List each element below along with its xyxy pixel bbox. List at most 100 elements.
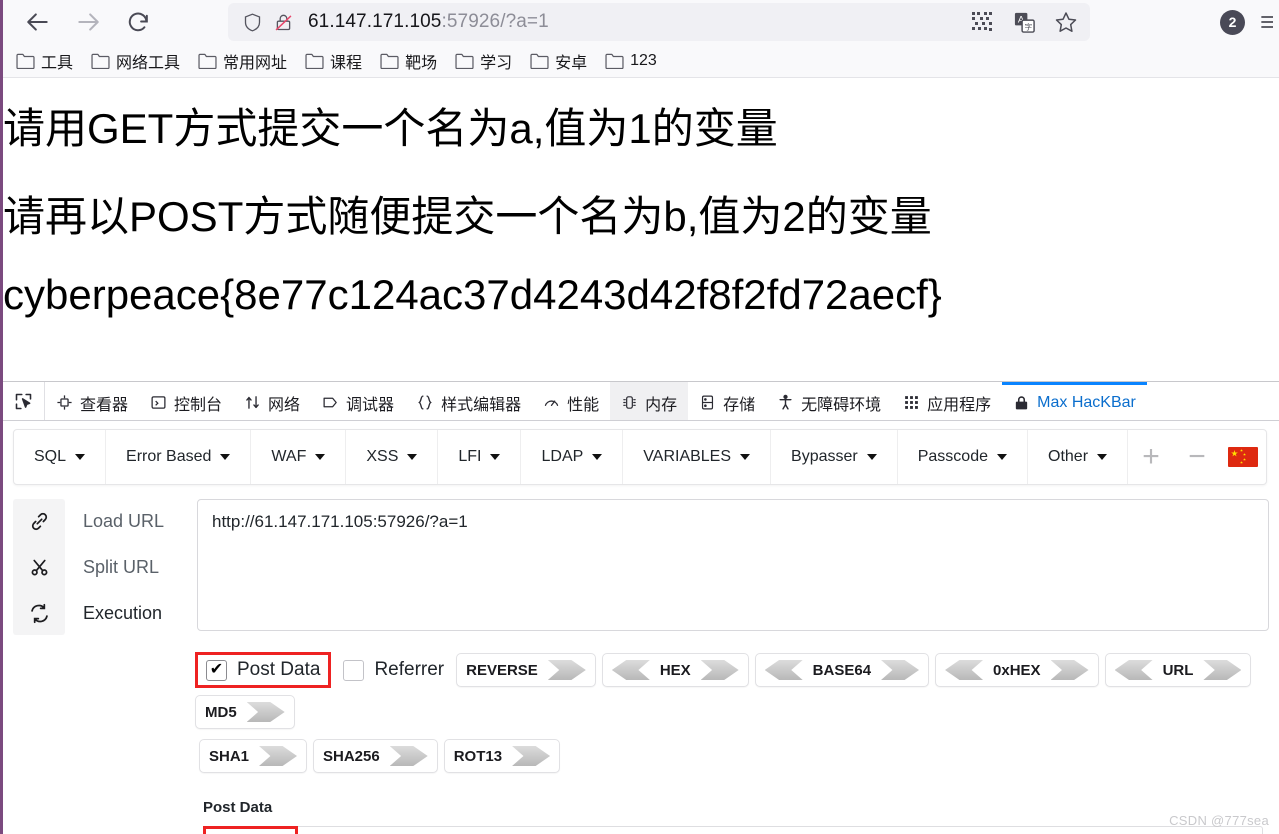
hackbar-menu-other[interactable]: Other — [1028, 430, 1129, 484]
translate-icon[interactable]: A 字 — [1012, 10, 1036, 34]
encode-button-sha1[interactable]: SHA1 — [199, 739, 308, 773]
hackbar-menu-xss[interactable]: XSS — [346, 430, 439, 484]
bookmark-item[interactable]: 靶场 — [378, 47, 439, 75]
memory-icon — [621, 394, 638, 411]
encode-arrow-icon[interactable] — [547, 660, 586, 680]
encode-arrow-icon[interactable] — [700, 660, 739, 680]
bookmark-label: 网络工具 — [116, 54, 181, 72]
hackbar-menu-variables[interactable]: VARIABLES — [623, 430, 772, 484]
bookmark-item[interactable]: 课程 — [303, 47, 364, 75]
devtools-tab-9[interactable]: 无障碍环境 — [766, 382, 892, 420]
devtools-tab-1[interactable]: 查看器 — [45, 382, 139, 420]
browser-toolbar: 61.147.171.105:57926/?a=1 A 字 2 — [0, 0, 1279, 44]
encode-arrow-icon[interactable] — [1203, 660, 1242, 680]
page-left-accent-bar — [0, 0, 3, 834]
chevron-down-icon — [1097, 454, 1108, 460]
folder-icon — [91, 53, 110, 69]
post-data-checkbox-group[interactable]: ✔ Post Data — [195, 652, 332, 688]
flag-star-large — [1231, 450, 1238, 457]
post-data-input[interactable] — [203, 826, 1263, 834]
decode-arrow-icon[interactable] — [945, 660, 984, 680]
encode-button-hex[interactable]: HEX — [601, 653, 749, 687]
folder-icon — [16, 53, 35, 69]
execution-button[interactable]: Execution — [83, 601, 162, 625]
devtools-tab-4[interactable]: 调试器 — [311, 382, 405, 420]
china-flag-icon[interactable] — [1220, 430, 1266, 484]
post-data-checkbox[interactable]: ✔ — [206, 659, 227, 681]
debugger-icon — [322, 394, 339, 411]
hackbar-menu-error-based[interactable]: Error Based — [106, 430, 252, 484]
remove-tab-button[interactable]: − — [1174, 430, 1220, 484]
devtools-tab-7[interactable]: 内存 — [610, 382, 689, 420]
back-button[interactable] — [18, 5, 58, 39]
decode-arrow-icon[interactable] — [1114, 660, 1153, 680]
forward-button[interactable] — [68, 5, 108, 39]
encode-button-md5[interactable]: MD5 — [195, 695, 295, 729]
hackbar-menu-passcode[interactable]: Passcode — [898, 430, 1028, 484]
lock-crossed-icon[interactable] — [273, 12, 294, 33]
element-picker-icon[interactable] — [3, 382, 45, 420]
shield-icon[interactable] — [242, 12, 263, 33]
hackbar-menu-ldap[interactable]: LDAP — [521, 430, 624, 484]
devtools-tab-11[interactable]: Max HacKBar — [1002, 382, 1147, 420]
devtools-tab-label: 无障碍环境 — [801, 396, 882, 414]
encode-button-url[interactable]: URL — [1104, 653, 1252, 687]
url-input[interactable] — [197, 499, 1269, 631]
devtools-tab-8[interactable]: 存储 — [688, 382, 766, 420]
extensions-badge[interactable]: 2 — [1220, 9, 1245, 35]
hackbar-action-icons — [13, 499, 65, 635]
referrer-checkbox[interactable] — [343, 659, 365, 681]
bookmark-item[interactable]: 工具 — [14, 47, 75, 75]
scissors-icon[interactable] — [29, 555, 50, 579]
devtools-tab-label: 调试器 — [346, 396, 395, 414]
devtools-tab-3[interactable]: 网络 — [233, 382, 311, 420]
post-data-section-title: Post Data — [203, 799, 273, 816]
qr-code-icon[interactable] — [970, 10, 994, 34]
inspector-icon — [56, 394, 73, 411]
bookmark-item[interactable]: 学习 — [453, 47, 514, 75]
link-icon[interactable] — [29, 509, 50, 533]
address-bar-actions: A 字 — [970, 10, 1078, 34]
address-bar[interactable]: 61.147.171.105:57926/?a=1 A 字 — [228, 3, 1090, 41]
encode-button-reverse[interactable]: REVERSE — [456, 653, 596, 687]
load-url-button[interactable]: Load URL — [83, 509, 164, 533]
decode-arrow-icon[interactable] — [764, 660, 803, 680]
encode-button-base64[interactable]: BASE64 — [754, 653, 930, 687]
hackbar-menu-waf[interactable]: WAF — [251, 430, 347, 484]
hackbar-menu-bypasser[interactable]: Bypasser — [771, 430, 898, 484]
referrer-checkbox-group[interactable]: Referrer — [335, 653, 452, 687]
bookmark-item[interactable]: 网络工具 — [89, 47, 182, 75]
devtools-tab-10[interactable]: 应用程序 — [892, 382, 1002, 420]
add-tab-button[interactable]: + — [1128, 430, 1174, 484]
encode-arrow-icon[interactable] — [246, 702, 285, 722]
hackbar-panel: SQL Error Based WAF XSS LFI LDAP VARIABLES Bypa… — [3, 421, 1279, 834]
star-icon[interactable] — [1054, 10, 1078, 34]
devtools-tab-5[interactable]: 样式编辑器 — [405, 382, 532, 420]
devtools-tab-6[interactable]: 性能 — [532, 382, 610, 420]
encode-arrow-icon[interactable] — [389, 746, 428, 766]
url-host: 61.147.171.105 — [308, 11, 442, 32]
devtools-tab-2[interactable]: 控制台 — [139, 382, 233, 420]
encode-arrow-icon[interactable] — [512, 746, 551, 766]
bookmark-item[interactable]: 123 — [603, 50, 659, 72]
hackbar-menu-lfi[interactable]: LFI — [438, 430, 522, 484]
decode-arrow-icon[interactable] — [611, 660, 650, 680]
svg-text:字: 字 — [1024, 21, 1032, 31]
flag-graphic — [1228, 447, 1258, 467]
app-menu-button[interactable] — [1259, 10, 1273, 34]
encode-button-0xhex[interactable]: 0xHEX — [935, 653, 1099, 687]
hackbar-menu-sql[interactable]: SQL — [14, 430, 107, 484]
encode-button-label: HEX — [659, 661, 691, 679]
encode-button-sha256[interactable]: SHA256 — [313, 739, 438, 773]
encode-arrow-icon[interactable] — [881, 660, 920, 680]
encode-arrow-icon[interactable] — [259, 746, 298, 766]
reload-button[interactable] — [118, 5, 158, 39]
encode-button-rot13[interactable]: ROT13 — [443, 739, 561, 773]
encode-arrow-icon[interactable] — [1050, 660, 1089, 680]
refresh-icon[interactable] — [29, 601, 50, 625]
split-url-button[interactable]: Split URL — [83, 555, 159, 579]
bookmark-label: 工具 — [41, 54, 74, 72]
bookmark-item[interactable]: 安卓 — [528, 47, 589, 75]
bookmark-item[interactable]: 常用网址 — [196, 47, 289, 75]
bookmark-label: 123 — [630, 51, 657, 69]
